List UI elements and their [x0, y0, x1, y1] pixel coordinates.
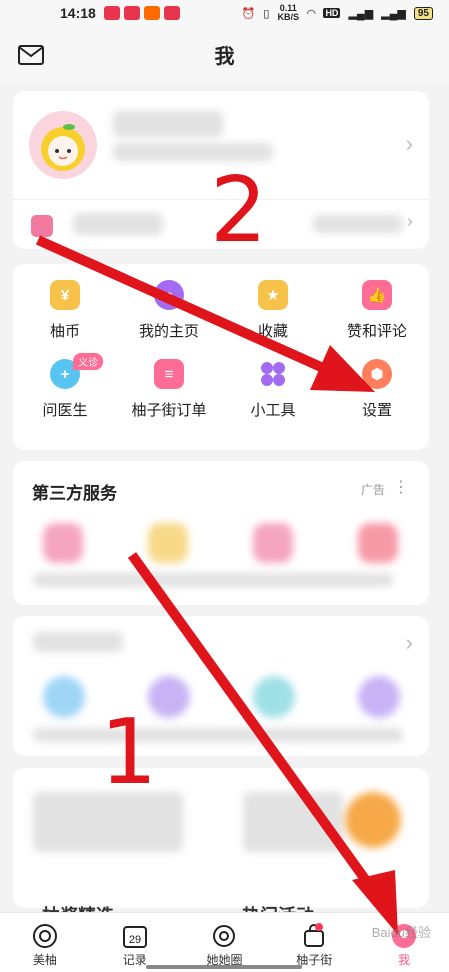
- app-notification-icon: [103, 6, 120, 20]
- vibrate-icon: ▯: [263, 7, 270, 20]
- chevron-right-icon[interactable]: ›: [406, 630, 413, 656]
- tab-label: 我: [398, 953, 411, 967]
- alarm-icon: ⏰: [241, 7, 256, 20]
- item-labels-blurred: [33, 728, 403, 742]
- battery-indicator: 95: [413, 6, 433, 20]
- star-icon: ★: [258, 280, 288, 310]
- username-blurred: [113, 111, 223, 137]
- tab-circle[interactable]: 她她圈: [180, 913, 270, 972]
- chevron-right-icon[interactable]: ›: [406, 131, 413, 157]
- tool-shop-orders[interactable]: ≡ 柚子街订单: [117, 359, 221, 420]
- video-app-icon: [123, 6, 140, 20]
- status-right: ⏰ ▯ 0.11 KB/S ◠ HD ▂▄▆ ▂▄▆ 95: [242, 4, 433, 22]
- service-item-blurred[interactable]: [253, 523, 293, 563]
- tool-label: 我的主页: [138, 323, 199, 340]
- mail-icon[interactable]: [18, 45, 44, 65]
- hd-icon: HD: [323, 8, 341, 18]
- cycle-status-blurred: [313, 215, 403, 233]
- tool-my-homepage[interactable]: ● 我的主页: [117, 280, 221, 341]
- status-time: 14:18: [60, 5, 96, 21]
- tool-label: 赞和评论: [346, 323, 407, 340]
- tool-likes-comments[interactable]: 👍 赞和评论: [325, 280, 429, 341]
- net-speed: 0.11 KB/S: [277, 3, 299, 22]
- status-bar: 14:18 ⏰ ▯ 0.11 KB/S ◠ HD ▂▄▆ ▂▄▆ 95: [0, 0, 449, 26]
- tab-shop[interactable]: 柚子街: [269, 913, 359, 972]
- service-item-blurred[interactable]: [148, 523, 188, 563]
- signal-icon-2: ▂▄▆: [381, 7, 406, 20]
- wifi-icon: ◠: [306, 7, 316, 20]
- watermark: Baidu经验: [371, 925, 431, 940]
- more-icon[interactable]: ⋮: [393, 477, 409, 497]
- coin-icon: ¥: [50, 280, 80, 310]
- meiyou-icon: [32, 924, 57, 948]
- calendar-day: 29: [129, 934, 141, 946]
- tab-record[interactable]: 29 记录: [90, 913, 180, 972]
- page-title: 我: [214, 45, 235, 68]
- tools-card: ¥ 柚币 ● 我的主页 ★ 收藏 👍 赞和评论 义诊 + 问医生 ≡ 柚子街订单: [13, 264, 429, 450]
- calendar-icon: 29: [122, 926, 147, 948]
- tools-icon: [258, 359, 288, 389]
- status-app-icons: [103, 6, 180, 20]
- blurred-section-card: [13, 768, 429, 908]
- bottom-tab-bar: 美柚 29 记录 她她圈 柚子街 我: [0, 912, 449, 972]
- tool-label: 柚币: [49, 323, 80, 340]
- third-party-services-card: 第三方服务 广告 ⋮: [13, 461, 429, 605]
- content-blurred: [243, 792, 343, 852]
- tool-label: 柚子街订单: [131, 402, 207, 419]
- tab-label: 记录: [122, 953, 147, 967]
- avatar[interactable]: [29, 111, 97, 179]
- shop-app-icon: [163, 6, 180, 20]
- service-labels-blurred: [33, 573, 393, 587]
- tools-grid: ¥ 柚币 ● 我的主页 ★ 收藏 👍 赞和评论 义诊 + 问医生 ≡ 柚子街订单: [13, 280, 429, 420]
- circle-icon: [213, 925, 236, 947]
- item-blurred[interactable]: [43, 676, 85, 718]
- period-calendar-icon: [31, 215, 53, 237]
- tool-label: 收藏: [257, 323, 288, 340]
- tool-settings[interactable]: ⬢ 设置: [325, 359, 429, 420]
- taobao-app-icon: [143, 6, 160, 20]
- tool-favorites[interactable]: ★ 收藏: [221, 280, 325, 341]
- section-title-blurred: [33, 632, 123, 652]
- top-bar: 我: [0, 26, 449, 82]
- promo-image-blurred[interactable]: [345, 792, 401, 848]
- section-title: 第三方服务: [32, 484, 117, 503]
- signal-icon: ▂▄▆: [348, 7, 374, 20]
- tool-widgets[interactable]: 小工具: [221, 359, 325, 420]
- tool-label: 问医生: [42, 402, 88, 419]
- free-consult-badge: 义诊: [73, 353, 103, 370]
- tool-label: 设置: [361, 402, 392, 419]
- home-indicator: [146, 965, 302, 969]
- tab-meiyou[interactable]: 美柚: [0, 913, 90, 972]
- tool-ask-doctor[interactable]: 义诊 + 问医生: [13, 353, 117, 420]
- tool-coins[interactable]: ¥ 柚币: [13, 280, 117, 341]
- item-blurred[interactable]: [253, 676, 295, 718]
- service-item-blurred[interactable]: [43, 523, 83, 563]
- chevron-right-icon[interactable]: ›: [407, 211, 413, 232]
- tab-label: 美柚: [32, 953, 57, 967]
- thumb-icon: 👍: [362, 280, 392, 310]
- tool-label: 小工具: [250, 402, 296, 419]
- cycle-info-blurred: [73, 213, 163, 235]
- avatar-image: [41, 124, 85, 171]
- item-blurred[interactable]: [358, 676, 400, 718]
- ad-tag: 广告: [360, 483, 385, 497]
- service-item-blurred[interactable]: [358, 523, 398, 563]
- settings-icon: ⬢: [362, 359, 392, 389]
- home-page-icon: ●: [154, 280, 184, 310]
- annotation-step-1: 1: [100, 700, 158, 805]
- annotation-step-2: 2: [210, 158, 268, 263]
- order-icon: ≡: [154, 359, 184, 389]
- blurred-section-card: ›: [13, 616, 429, 756]
